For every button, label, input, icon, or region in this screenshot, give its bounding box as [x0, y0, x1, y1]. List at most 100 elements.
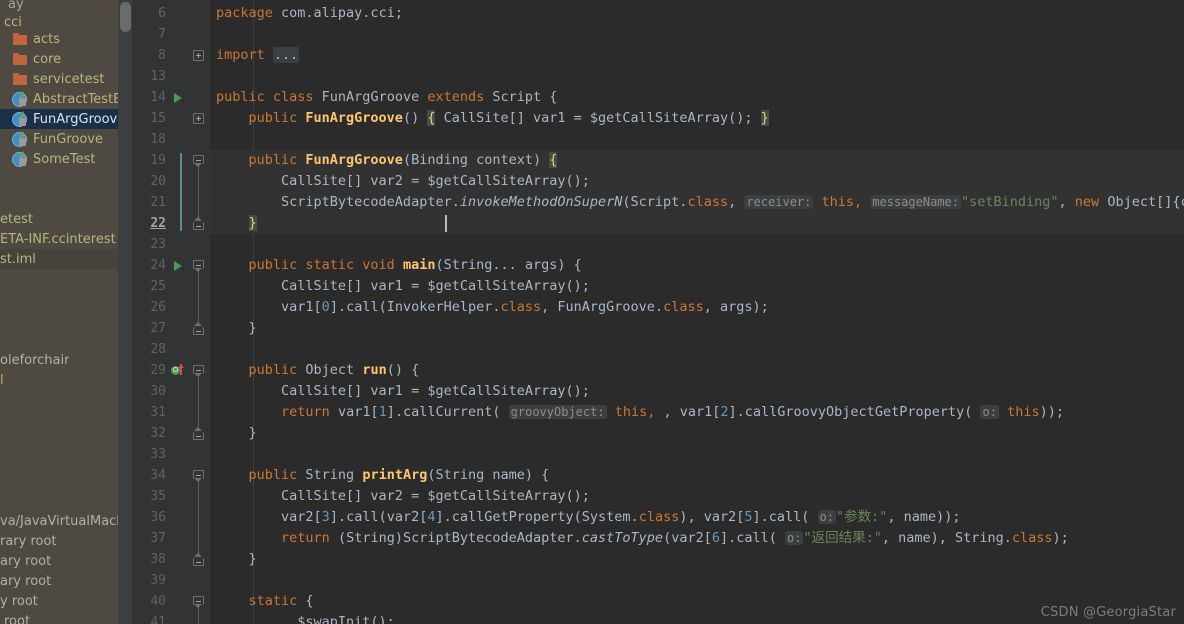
code-token: ].call(InvokerHelper.: [329, 299, 501, 315]
code-line-35[interactable]: CallSite[] var2 = $getCallSiteArray();: [210, 486, 590, 507]
code-line-15[interactable]: public FunArgGroove() { CallSite[] var1 …: [210, 108, 769, 129]
tree-item-oleforchair[interactable]: oleforchair: [0, 350, 118, 370]
code-line-23[interactable]: [210, 234, 216, 255]
code-token: 2: [720, 404, 729, 420]
line-number: 8: [158, 48, 166, 63]
code-line-29[interactable]: public Object run() {: [210, 360, 420, 381]
project-tree-scrollbar[interactable]: [118, 0, 132, 624]
tree-item-st-iml[interactable]: st.iml: [0, 249, 118, 269]
matched-brace: }: [248, 215, 257, 231]
fold-end-icon-line32[interactable]: [192, 423, 205, 444]
code-token: FunArgGroove: [305, 152, 403, 168]
code-line-27[interactable]: }: [210, 318, 257, 339]
code-token: , name), String.: [881, 530, 1012, 546]
code-line-33[interactable]: [210, 444, 216, 465]
code-token: (Binding context): [402, 152, 550, 168]
line-number: 32: [150, 426, 166, 441]
tree-item-servicetest[interactable]: servicetest: [0, 69, 118, 89]
code-token: CallSite[] var1 = $getCallSiteArray();: [216, 278, 590, 294]
tree-item-library-root-1[interactable]: rary root: [0, 531, 118, 551]
code-line-7[interactable]: [210, 24, 216, 45]
code-token: (Script.: [622, 194, 688, 210]
code-line-19[interactable]: public FunArgGroove(Binding context) {: [210, 150, 1184, 171]
line-number: 28: [150, 342, 166, 357]
project-tool-window[interactable]: ay cci acts core servicetest AbstractTes…: [0, 0, 118, 624]
fold-expand-icon-line15[interactable]: [192, 108, 205, 129]
code-line-32[interactable]: }: [210, 423, 257, 444]
code-line-28[interactable]: [210, 339, 216, 360]
inlay-hint-o[interactable]: o:: [817, 510, 836, 524]
tree-item-funarggroove[interactable]: FunArgGroove: [0, 109, 118, 129]
tree-item-fungroove[interactable]: FunGroove: [0, 129, 118, 149]
code-line-22[interactable]: }: [210, 213, 1184, 234]
inlay-hint-groovyobject[interactable]: groovyObject:: [508, 405, 607, 419]
code-line-13[interactable]: [210, 66, 216, 87]
tree-item-label: core: [33, 51, 62, 67]
fold-collapse-icon-line29[interactable]: [192, 360, 205, 381]
run-gutter-icon-line24[interactable]: [173, 255, 185, 276]
code-token: }: [216, 320, 257, 336]
groovy-class-icon: [12, 151, 28, 167]
tree-item-core[interactable]: core: [0, 49, 118, 69]
scrollbar-thumb[interactable]: [120, 2, 131, 32]
line-number: 34: [150, 468, 166, 483]
code-line-31[interactable]: return var1[1].callCurrent( groovyObject…: [210, 402, 1064, 423]
code-text-area[interactable]: package com.alipay.cci; import ... publi…: [210, 0, 1184, 624]
inlay-hint-o[interactable]: o:: [980, 405, 999, 419]
code-line-25[interactable]: CallSite[] var1 = $getCallSiteArray();: [210, 276, 590, 297]
code-line-8[interactable]: import ...: [210, 45, 300, 66]
text-caret: [445, 215, 447, 232]
line-number: 23: [150, 237, 166, 252]
code-line-39[interactable]: [210, 570, 216, 591]
code-line-20[interactable]: CallSite[] var2 = $getCallSiteArray();: [210, 171, 1184, 192]
tree-item-label: AbstractTestBase: [33, 91, 118, 107]
fold-collapse-icon-line34[interactable]: [192, 465, 205, 486]
tree-item-library-root-2[interactable]: ary root: [0, 551, 118, 571]
code-token: ].callGroovyObjectGetProperty(: [728, 404, 981, 420]
run-gutter-icon-line14[interactable]: [173, 87, 185, 108]
code-line-34[interactable]: public String printArg(String name) {: [210, 465, 550, 486]
inlay-hint-receiver[interactable]: receiver:: [744, 195, 814, 209]
folder-icon: [12, 31, 28, 47]
code-line-26[interactable]: var1[0].call(InvokerHelper.class, FunArg…: [210, 297, 769, 318]
tree-item-l[interactable]: l: [0, 370, 118, 390]
code-line-18[interactable]: [210, 129, 216, 150]
tree-item-library-root-5[interactable]: root: [0, 611, 118, 624]
code-line-6[interactable]: package com.alipay.cci;: [210, 3, 403, 24]
tree-item-label: servicetest: [33, 71, 105, 87]
fold-collapse-icon-line19[interactable]: [192, 150, 205, 171]
fold-collapse-icon-line40[interactable]: [192, 591, 205, 612]
code-line-40[interactable]: static {: [210, 591, 314, 612]
tree-item-acts[interactable]: acts: [0, 29, 118, 49]
code-line-30[interactable]: CallSite[] var1 = $getCallSiteArray();: [210, 381, 590, 402]
tree-item-sometest[interactable]: SomeTest: [0, 149, 118, 169]
code-line-24[interactable]: public static void main(String... args) …: [210, 255, 582, 276]
inlay-hint-messagename[interactable]: messageName:: [870, 195, 961, 209]
tree-item-library-root-4[interactable]: y root: [0, 591, 118, 611]
code-line-38[interactable]: }: [210, 549, 257, 570]
fold-end-icon-line38[interactable]: [192, 549, 205, 570]
fold-end-icon-line27[interactable]: [192, 318, 205, 339]
fold-collapse-icon-line24[interactable]: [192, 255, 205, 276]
code-line-14[interactable]: public class FunArgGroove extends Script…: [210, 87, 557, 108]
code-line-41[interactable]: __$swapInit();: [210, 612, 395, 624]
code-editor[interactable]: 6 7 8 13 14 15 18 19 20 21 22 23 24 25 2…: [132, 0, 1184, 624]
code-line-21[interactable]: ScriptBytecodeAdapter.invokeMethodOnSupe…: [210, 192, 1184, 213]
code-token: import: [216, 47, 273, 63]
tree-item-meta-inf-ccinterest[interactable]: ETA-INF.ccinterest: [0, 229, 118, 249]
tree-item-etest[interactable]: etest: [0, 209, 118, 229]
tree-item-library-root-3[interactable]: ary root: [0, 571, 118, 591]
tree-item-abstracttestbase[interactable]: AbstractTestBase: [0, 89, 118, 109]
line-number: 7: [158, 27, 166, 42]
code-token: 0: [321, 299, 330, 315]
tree-item-javavirtualmachine[interactable]: va/JavaVirtualMachine: [0, 511, 118, 531]
inlay-hint-o[interactable]: o:: [785, 531, 804, 545]
override-gutter-icon-line29[interactable]: O: [171, 360, 187, 381]
code-line-37[interactable]: return (String)ScriptBytecodeAdapter.cas…: [210, 528, 1069, 549]
ide-window: ay cci acts core servicetest AbstractTes…: [0, 0, 1184, 624]
editor-gutter[interactable]: 6 7 8 13 14 15 18 19 20 21 22 23 24 25 2…: [132, 0, 210, 624]
code-line-36[interactable]: var2[3].call(var2[4].callGetProperty(Sys…: [210, 507, 961, 528]
collapsed-imports-placeholder[interactable]: ...: [272, 47, 300, 63]
fold-expand-icon-line8[interactable]: [192, 45, 205, 66]
fold-end-icon-line22[interactable]: [192, 213, 205, 234]
